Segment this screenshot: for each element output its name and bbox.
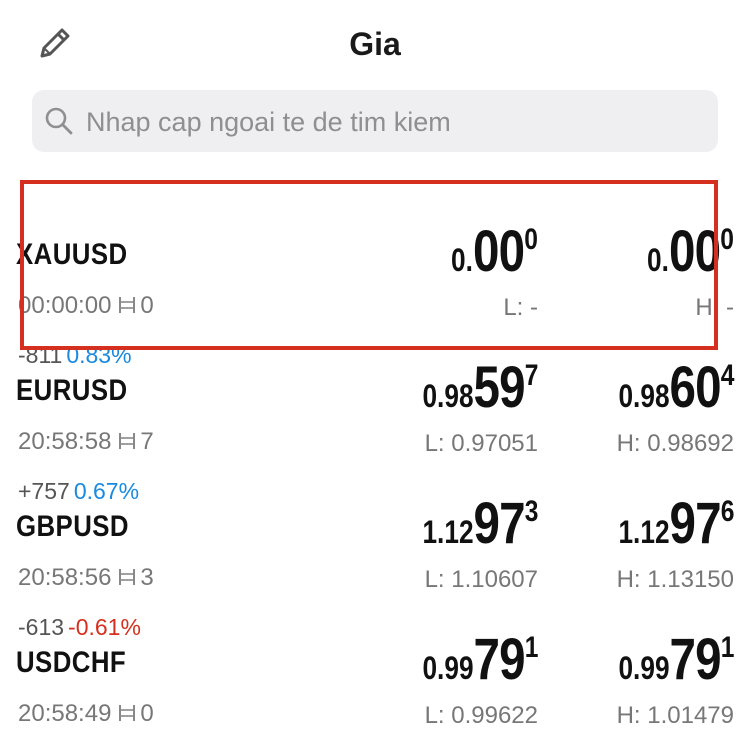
change-percent: 0.67%	[73, 478, 140, 504]
ask-price[interactable]: 1.12976	[618, 490, 734, 557]
bid-price[interactable]: 1.12973	[422, 490, 538, 557]
change-percent: 0.83%	[66, 342, 132, 368]
daily-change: -811 0.83%	[18, 342, 132, 369]
high-value: H: 1.01479	[616, 702, 734, 729]
quote-time: 00:00:00 0	[18, 292, 154, 320]
search-bar[interactable]	[32, 90, 718, 154]
bid-price[interactable]: 0.99791	[422, 626, 538, 693]
spread: 0	[140, 700, 154, 727]
change-points: -613	[18, 614, 65, 640]
symbol: USDCHF	[16, 646, 127, 679]
time: 20:58:56	[18, 564, 112, 591]
high-value: H: -	[695, 294, 734, 321]
search-input[interactable]	[84, 90, 708, 154]
daily-change: +757 0.67%	[18, 478, 139, 505]
high-value: H: 1.13150	[616, 566, 734, 593]
bid-price[interactable]: 0.000	[451, 218, 538, 285]
time: 20:58:58	[18, 428, 112, 455]
high-value: H: 0.98692	[616, 430, 734, 457]
spread-icon	[117, 566, 137, 586]
quote-time: 20:58:58 7	[18, 428, 154, 456]
ask-price[interactable]: 0.99791	[618, 626, 734, 693]
quote-row-eurusd[interactable]: -811 0.83% EURUSD 20:58:58 7 0.98597 0.986…	[0, 342, 750, 484]
page-title: Gia	[349, 26, 401, 62]
quote-row-gbpusd[interactable]: +757 0.67% GBPUSD 20:58:56 3 1.12973 1.129…	[0, 478, 750, 620]
spread-icon	[117, 430, 137, 450]
spread-icon	[117, 702, 137, 722]
low-value: L: -	[503, 294, 538, 321]
symbol: XAUUSD	[16, 238, 128, 271]
spread: 3	[140, 564, 154, 591]
symbol: GBPUSD	[16, 510, 129, 543]
time: 00:00:00	[18, 292, 112, 319]
change-points: -811	[18, 342, 63, 368]
quote-time: 20:58:49 0	[18, 700, 154, 728]
spread: 7	[140, 428, 154, 455]
quote-row-xauusd[interactable]: XAUUSD 00:00:00 0 0.000 0.000 L: - H: -	[0, 212, 750, 348]
bid-price[interactable]: 0.98597	[422, 354, 538, 421]
search-icon	[44, 106, 74, 136]
time: 20:58:49	[18, 700, 112, 727]
low-value: L: 1.10607	[424, 566, 538, 593]
daily-change: -613 -0.61%	[18, 614, 141, 641]
low-value: L: 0.97051	[424, 430, 538, 457]
quote-time: 20:58:56 3	[18, 564, 154, 592]
low-value: L: 0.99622	[424, 702, 538, 729]
symbol: EURUSD	[16, 374, 128, 407]
change-points: +757	[18, 478, 70, 504]
ask-price[interactable]: 0.98604	[618, 354, 734, 421]
ask-price[interactable]: 0.000	[647, 218, 734, 285]
spread-icon	[117, 294, 137, 314]
change-percent: -0.61%	[68, 614, 141, 640]
spread: 0	[140, 292, 154, 319]
quote-row-usdchf[interactable]: -613 -0.61% USDCHF 20:58:49 0 0.99791 0.99…	[0, 614, 750, 756]
